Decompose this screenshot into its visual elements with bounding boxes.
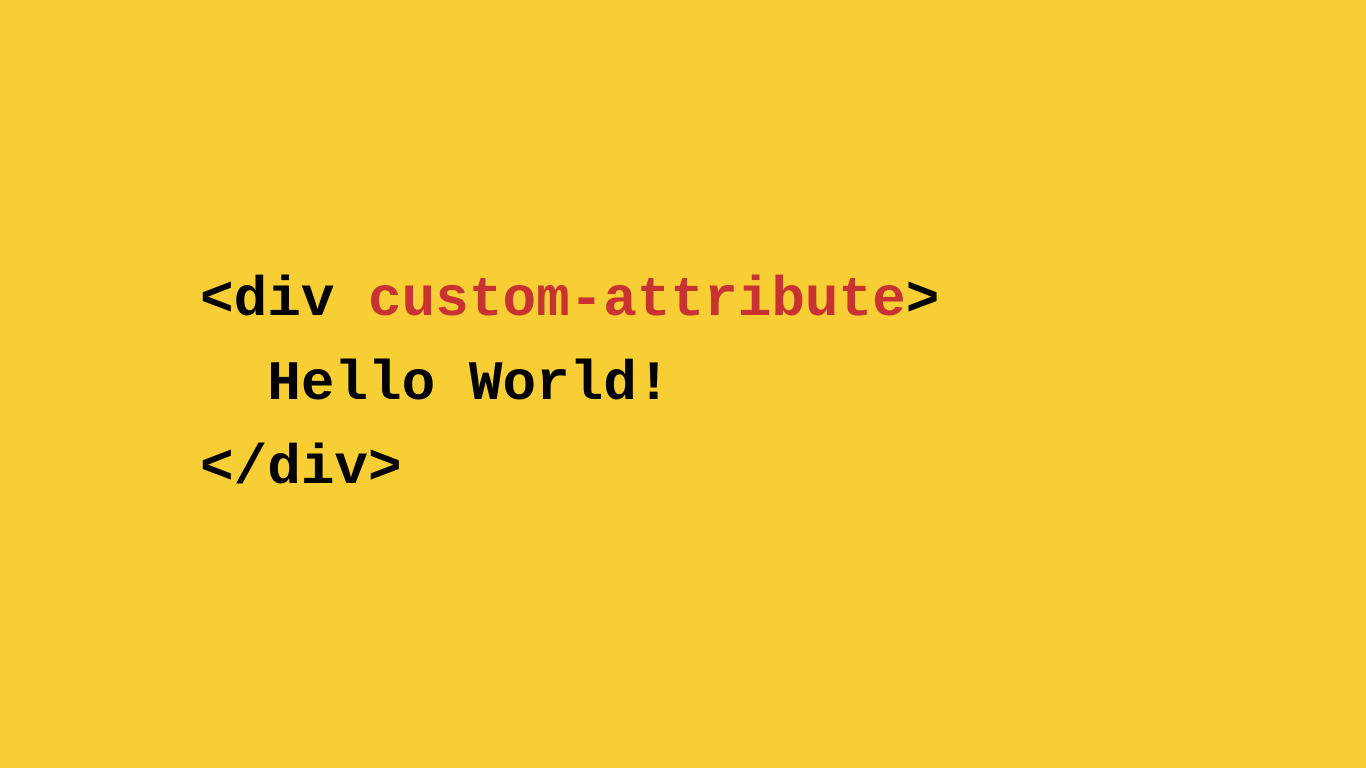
code-line-3: </div> bbox=[200, 436, 402, 500]
tag-name: div bbox=[234, 268, 335, 332]
code-line-2: Hello World! bbox=[200, 352, 670, 416]
code-snippet: <div custom-attribute> Hello World! </di… bbox=[200, 258, 939, 510]
close-angle-bracket: > bbox=[906, 268, 940, 332]
indent bbox=[200, 352, 267, 416]
open-angle-bracket: < bbox=[200, 268, 234, 332]
closing-tag: </div> bbox=[200, 436, 402, 500]
code-line-1: <div custom-attribute> bbox=[200, 268, 939, 332]
attribute-name: custom-attribute bbox=[368, 268, 906, 332]
space bbox=[334, 268, 368, 332]
text-content: Hello World! bbox=[267, 352, 670, 416]
